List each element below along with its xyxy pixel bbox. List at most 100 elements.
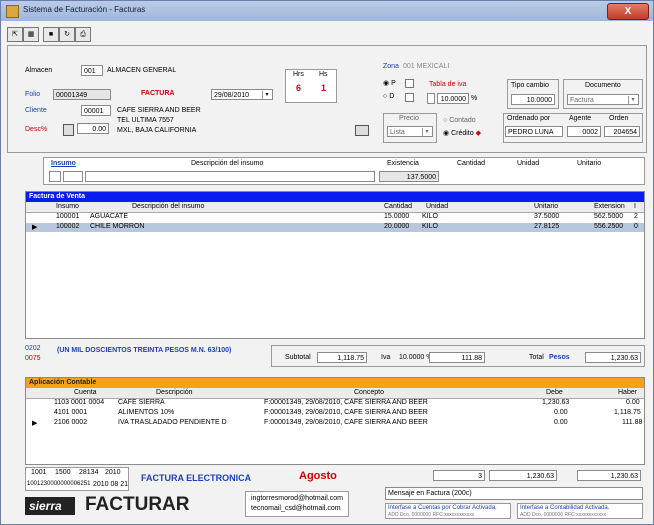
tipo-cambio-field[interactable]: 10.0000 <box>511 94 555 105</box>
detail-title: Factura de Venta <box>29 193 86 200</box>
cliente-name: CAFE SIERRA AND BEER <box>117 107 201 114</box>
row-cantidad: 15.0000 <box>384 213 410 220</box>
row-desc: ALIMENTOS 10% <box>118 409 175 416</box>
row-cantidad: 20.0000 <box>384 223 410 230</box>
folio-field[interactable]: 00001349 <box>53 89 111 100</box>
row-cuenta: 2106 0002 <box>54 419 88 426</box>
ordenado-field[interactable]: PEDRO LUNA <box>505 126 563 137</box>
iva-pct: 10.0000 % <box>399 354 433 361</box>
iva-unit: % <box>471 95 478 102</box>
cliente-code-field[interactable]: 00001 <box>81 105 111 116</box>
mensaje-field[interactable]: Mensaje en Factura (200c) <box>385 487 643 500</box>
checkbox-1[interactable] <box>405 79 414 88</box>
radio-contado[interactable]: ○ Contado <box>443 117 476 124</box>
row-extension: 556.2500 <box>594 223 624 230</box>
cliente-label: Cliente <box>25 107 47 114</box>
col-insumo: Insumo <box>56 203 79 210</box>
almacen-name: ALMACEN GENERAL <box>107 67 177 74</box>
entry-count-field: 3 <box>433 470 485 481</box>
table-row[interactable]: ▶ 2106 0002 IVA TRASLADADO PENDIENTE D F… <box>26 419 644 428</box>
almacen-code-field[interactable]: 001 <box>81 65 103 76</box>
email-1[interactable]: ingtorresmorod@hotmail.com <box>251 495 343 502</box>
row-unidad: KILO <box>422 223 438 230</box>
chevron-down-icon[interactable]: ▾ <box>262 91 271 99</box>
amount-in-words: (UN MIL DOSCIENTOS TREINTA PESOS M.N. 63… <box>57 347 232 354</box>
contabilidad-status-title: Interfase a Contabilidad Activada. <box>520 505 610 511</box>
precio-select[interactable]: Lista ▾ <box>387 126 433 137</box>
detail-header-row: Insumo Descripción del insumo Cantidad U… <box>26 202 644 213</box>
month-label: Agosto <box>299 470 337 482</box>
refresh-icon[interactable]: ↻ <box>59 27 75 42</box>
table-row[interactable]: 1103 0001 0004 CAFE SIERRA F:00001349, 2… <box>26 399 644 408</box>
row-i: 2 <box>634 213 638 220</box>
iva-value-field[interactable]: 10.0000 <box>437 93 469 104</box>
radio-p[interactable]: ◉ P <box>383 79 396 87</box>
product-logo: FACTURAR <box>85 494 190 515</box>
row-concepto: F:00001349, 29/08/2010, CAFE SIERRA AND … <box>264 399 428 406</box>
table-row[interactable]: ▶ 100002 CHILE MORRON 20.0000 KILO 27.81… <box>26 223 644 232</box>
row-cuenta: 4101 0001 <box>54 409 88 416</box>
total-field: 1,230.63 <box>585 352 641 363</box>
email-2[interactable]: tecnomail_csd@hotmail.com <box>251 505 341 512</box>
credit-diamond-icon: ◆ <box>475 130 481 137</box>
date-field[interactable]: 29/08/2010 ▾ <box>211 89 273 100</box>
row-marker: ▶ <box>32 420 38 427</box>
total-label: Total <box>529 354 544 361</box>
col-unitario: Unitario <box>534 203 559 210</box>
main-window: Sistema de Facturación - Facturas X ⇱ ▦ … <box>0 0 654 525</box>
row-concepto: F:00001349, 29/08/2010, CAFE SIERRA AND … <box>264 409 428 416</box>
title-bar: Sistema de Facturación - Facturas X <box>1 1 653 21</box>
p-label: P <box>391 80 396 87</box>
insumo-desc-field[interactable] <box>85 171 375 182</box>
insumo-entry-label: Insumo <box>51 160 76 167</box>
chevron-down-icon[interactable]: ▾ <box>422 128 431 136</box>
row-debe: 0.00 <box>554 409 568 416</box>
app-icon <box>6 5 19 18</box>
d-label: D <box>389 93 395 100</box>
cxc-status-title: Interfase a Cuentas por Cobrar Activada. <box>388 505 497 511</box>
checkbox-2[interactable] <box>405 93 414 102</box>
footer-n3: 28134 <box>79 469 99 476</box>
existencia-field: 137.5000 <box>379 171 439 182</box>
export-icon[interactable]: ⇱ <box>7 27 23 42</box>
insumo-code-field-2[interactable] <box>63 171 83 182</box>
insumo-desc-label: Descripción del insumo <box>191 160 264 167</box>
row-insumo: 100001 <box>56 213 80 220</box>
table-row[interactable]: 4101 0001 ALIMENTOS 10% F:00001349, 29/0… <box>26 409 644 418</box>
calculator-icon[interactable] <box>63 124 74 136</box>
col-descripcion: Descripción del insumo <box>132 203 205 210</box>
code-2: 0075 <box>25 355 41 362</box>
col-concepto: Concepto <box>354 389 384 396</box>
chevron-down-icon[interactable]: ▾ <box>628 96 637 104</box>
unitario-entry-label: Unitario <box>577 160 602 167</box>
accounting-title: Aplicación Contable <box>29 379 97 386</box>
grid-icon[interactable]: ▦ <box>23 27 39 42</box>
row-cuenta: 1103 0001 0004 <box>54 399 105 406</box>
radio-credito[interactable]: ◉ Crédito ◆ <box>443 129 481 137</box>
hrs-label: Hrs <box>293 71 304 78</box>
menu-icon[interactable] <box>355 125 369 136</box>
save-icon[interactable]: ■ <box>43 27 59 42</box>
date-value: 29/08/2010 <box>214 92 250 99</box>
row-debe: 1,230.63 <box>542 399 570 406</box>
row-unitario: 37.5000 <box>534 213 560 220</box>
hs-value: 1 <box>321 83 327 93</box>
radio-d[interactable]: ○ D <box>383 93 394 100</box>
subtotal-label: Subtotal <box>285 354 311 361</box>
row-debe: 0.00 <box>554 419 568 426</box>
close-button[interactable]: X <box>607 3 649 20</box>
table-row[interactable]: 100001 AGUACATE 15.0000 KILO 37.5000 562… <box>26 213 644 222</box>
print-icon[interactable]: ⎙ <box>75 27 91 42</box>
agente-field[interactable]: 0002 <box>567 126 601 137</box>
insumo-code-field-1[interactable] <box>49 171 61 182</box>
orden-field[interactable]: 204654 <box>604 126 640 137</box>
cliente-address-1: TEL ULTIMA 7557 <box>117 117 174 124</box>
footer-n1: 1001 <box>31 469 47 476</box>
documento-select[interactable]: Factura ▾ <box>567 94 639 105</box>
accounting-grid: Aplicación Contable Cuenta Descripción C… <box>25 377 645 465</box>
total-haber-field: 1,230.63 <box>577 470 641 481</box>
detail-grid: Factura de Venta Insumo Descripción del … <box>25 191 645 339</box>
desc-field[interactable]: 0.00 <box>77 123 109 134</box>
iva-table-field[interactable] <box>427 93 435 104</box>
footer-n4: 2010 <box>105 469 121 476</box>
